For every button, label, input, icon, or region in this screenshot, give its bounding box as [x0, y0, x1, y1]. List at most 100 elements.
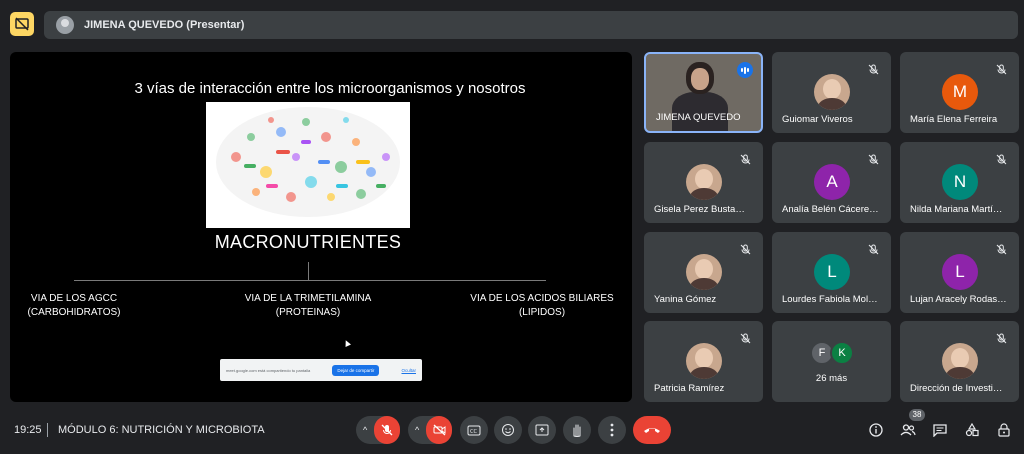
meeting-time: 19:25: [14, 424, 42, 436]
presentation-slide: 3 vías de interacción entre los microorg…: [10, 52, 632, 402]
participant-name: Dirección de Investi…: [910, 383, 1003, 394]
mic-muted-icon: [996, 62, 1007, 75]
mic-muted-icon: [740, 242, 751, 255]
participant-tile[interactable]: A Analía Belén Cácere…: [772, 142, 891, 223]
svg-text:CC: CC: [470, 429, 477, 435]
mic-muted-icon: [996, 331, 1007, 344]
participant-name: Gisela Perez Busta…: [654, 204, 745, 215]
top-bar: JIMENA QUEVEDO (Presentar): [0, 0, 1024, 46]
participant-name: Analía Belén Cácere…: [782, 204, 879, 215]
mic-options-chevron-icon[interactable]: ^: [356, 425, 374, 435]
present-screen-icon: [535, 424, 549, 436]
camera-control-group: ^: [408, 416, 452, 444]
via-trimetilamina: VIA DE LA TRIMETILAMINA (PROTEINAS): [244, 293, 372, 318]
participant-tile[interactable]: N Nilda Mariana Martí…: [900, 142, 1019, 223]
participant-initial-avatar: L: [942, 254, 978, 290]
camera-off-button[interactable]: [426, 416, 452, 444]
participant-initial-avatar: A: [814, 164, 850, 200]
raise-hand-button[interactable]: [563, 416, 591, 444]
slide-title: 3 vías de interacción entre los microorg…: [134, 80, 526, 97]
emoji-icon: [502, 424, 514, 436]
presenter-label: JIMENA QUEVEDO (Presentar): [84, 19, 245, 31]
more-vertical-icon: [610, 423, 614, 437]
people-icon: [900, 424, 916, 436]
participant-tile[interactable]: Gisela Perez Busta…: [644, 142, 763, 223]
camera-off-icon: [433, 424, 446, 436]
participant-tile[interactable]: JIMENA QUEVEDO: [644, 52, 763, 133]
mic-off-icon: [381, 424, 393, 436]
meeting-details-button[interactable]: [866, 420, 886, 440]
participant-photo-avatar: [686, 164, 722, 200]
participant-tile[interactable]: Patricia Ramírez: [644, 321, 763, 402]
presenter-chip[interactable]: JIMENA QUEVEDO (Presentar): [44, 11, 1018, 39]
mic-muted-icon: [740, 331, 751, 344]
participant-name: Patricia Ramírez: [654, 383, 725, 394]
more-participants-label: 26 más: [815, 373, 848, 384]
participant-initial-avatar: L: [814, 254, 850, 290]
mic-muted-icon: [996, 242, 1007, 255]
mic-off-button[interactable]: [374, 416, 400, 444]
participant-photo-avatar: [686, 254, 722, 290]
meeting-title: MÓDULO 6: NUTRICIÓN Y MICROBIOTA: [58, 424, 265, 436]
more-options-button[interactable]: [598, 416, 626, 444]
participant-name: Yanina Gómez: [654, 294, 717, 305]
participant-photo-avatar: [814, 74, 850, 110]
participant-initial-avatar: M: [942, 74, 978, 110]
info-icon: [869, 423, 883, 437]
leave-call-button[interactable]: [633, 416, 671, 444]
participant-photo-avatar: [686, 343, 722, 379]
lock-person-icon: [998, 423, 1010, 437]
present-now-button[interactable]: [528, 416, 556, 444]
hide-share-bar-link[interactable]: Ocultar: [401, 368, 416, 373]
participant-name: Guiomar Viveros: [782, 114, 853, 125]
participant-name: Lujan Aracely Rodas…: [910, 294, 1007, 305]
hand-icon: [573, 424, 581, 437]
tree-connector-vertical: [308, 262, 309, 280]
participant-tile[interactable]: Yanina Gómez: [644, 232, 763, 313]
more-participants-tile[interactable]: F K 26 más: [772, 321, 891, 402]
captions-button[interactable]: CC: [460, 416, 488, 444]
host-controls-button[interactable]: [994, 420, 1014, 440]
participant-photo-avatar: [942, 343, 978, 379]
participant-tile[interactable]: Guiomar Viveros: [772, 52, 891, 133]
hang-up-icon: [644, 428, 660, 433]
presenter-avatar: [56, 16, 74, 34]
camera-options-chevron-icon[interactable]: ^: [408, 425, 426, 435]
participant-tile[interactable]: L Lourdes Fabiola Mol…: [772, 232, 891, 313]
tree-connector-horizontal: [74, 280, 546, 281]
mini-avatar: K: [830, 341, 854, 365]
people-button[interactable]: [898, 420, 918, 440]
mic-muted-icon: [740, 152, 751, 165]
bottom-bar: 19:25 MÓDULO 6: NUTRICIÓN Y MICROBIOTA ^…: [0, 408, 1024, 454]
speaking-indicator-icon: [737, 62, 753, 78]
participant-tile[interactable]: M María Elena Ferreira: [900, 52, 1019, 133]
share-bar-text: meet.google.com está compartiendo tu pan…: [226, 367, 311, 373]
mic-muted-icon: [868, 152, 879, 165]
mic-muted-icon: [868, 62, 879, 75]
mic-muted-icon: [868, 242, 879, 255]
participant-tile[interactable]: L Lujan Aracely Rodas…: [900, 232, 1019, 313]
screen-share-bar: meet.google.com está compartiendo tu pan…: [220, 359, 422, 381]
participant-initial-avatar: N: [942, 164, 978, 200]
participant-name: JIMENA QUEVEDO: [656, 112, 741, 123]
participant-name: Nilda Mariana Martí…: [910, 204, 1003, 215]
chat-icon: [933, 423, 947, 437]
mic-control-group: ^: [356, 416, 400, 444]
captions-icon: CC: [467, 425, 481, 435]
macronutrients-label: MACRONUTRIENTES: [214, 232, 402, 252]
via-acidos-biliares: VIA DE LOS ACIDOS BILIARES (LIPIDOS): [470, 293, 614, 318]
microorganisms-illustration: [206, 102, 410, 228]
participant-name: María Elena Ferreira: [910, 114, 998, 125]
stop-sharing-button[interactable]: Dejar de compartir: [332, 364, 380, 376]
reactions-button[interactable]: [494, 416, 522, 444]
more-participants-avatars: FK: [810, 341, 856, 365]
participant-name: Lourdes Fabiola Mol…: [782, 294, 878, 305]
divider: [47, 423, 48, 437]
via-agcc: VIA DE LOS AGCC (CARBOHIDRATOS): [27, 293, 121, 318]
mouse-cursor-icon: [343, 339, 351, 347]
participant-tile[interactable]: Dirección de Investi…: [900, 321, 1019, 402]
mic-muted-icon: [996, 152, 1007, 165]
activities-button[interactable]: [962, 420, 982, 440]
presentation-off-icon[interactable]: [10, 12, 34, 36]
chat-button[interactable]: [930, 420, 950, 440]
